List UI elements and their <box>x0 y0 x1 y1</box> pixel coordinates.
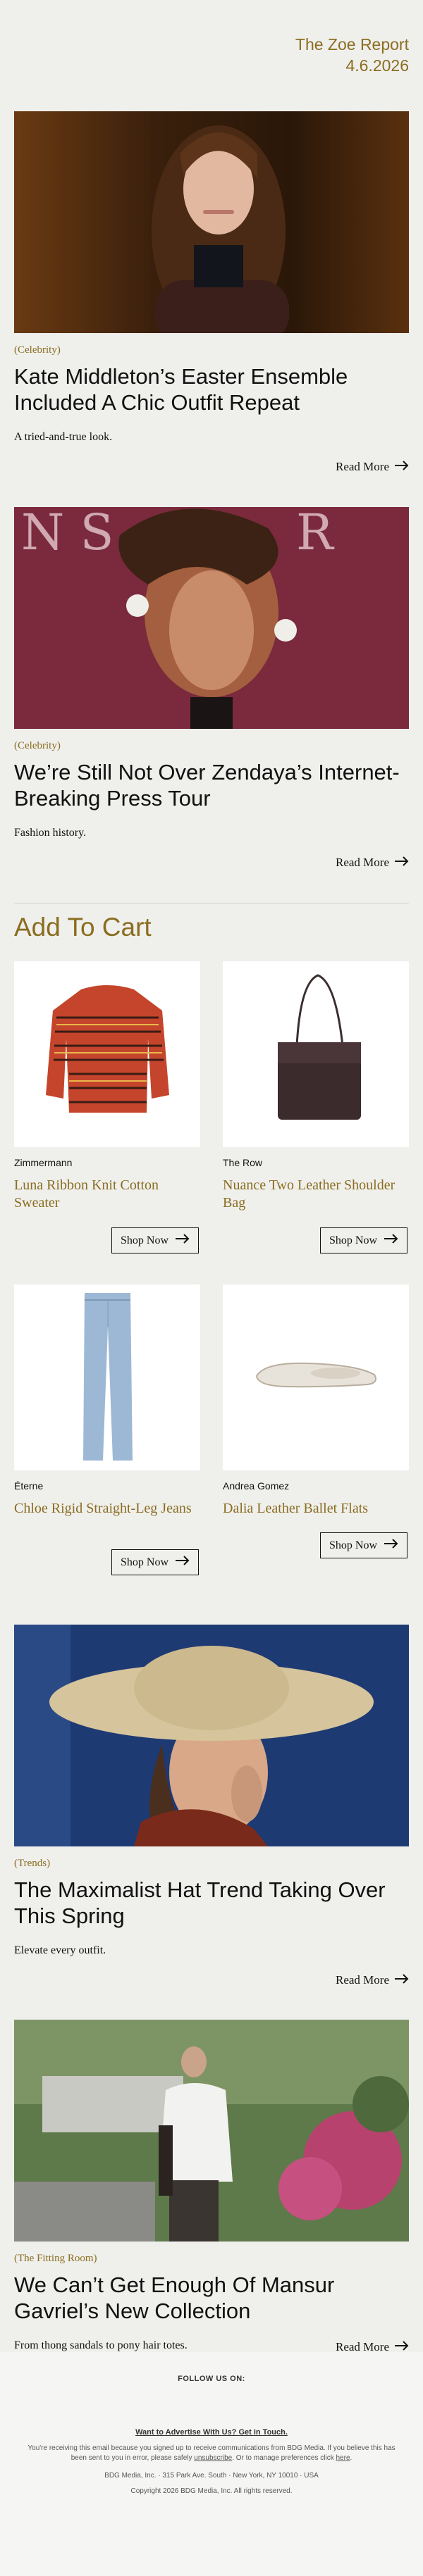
read-more-link[interactable]: Read More <box>336 856 409 870</box>
article-category[interactable]: (The Fitting Room) <box>14 2253 409 2265</box>
shop-now-label: Shop Now <box>121 1556 169 1568</box>
arrow-right-icon <box>395 856 409 870</box>
manage-preferences-link[interactable]: here <box>336 2454 350 2462</box>
product-brand: Zimmermann <box>14 1157 73 1168</box>
arrow-right-icon <box>395 1973 409 1987</box>
product-card: Éterne Chloe Rigid Straight-Leg Jeans Sh… <box>14 1284 200 1575</box>
article-image[interactable] <box>14 2020 409 2242</box>
read-more-label: Read More <box>335 1973 389 1987</box>
article-image[interactable]: N S R <box>14 507 409 729</box>
shop-now-button[interactable]: Shop Now <box>111 1549 200 1575</box>
read-more-link[interactable]: Read More <box>336 460 409 474</box>
article-card: (Trends) The Maximalist Hat Trend Taking… <box>14 1625 409 1987</box>
legal-end: . <box>350 2454 352 2462</box>
shop-now-button[interactable]: Shop Now <box>320 1532 408 1558</box>
article-dek: Elevate every outfit. <box>14 1944 106 1956</box>
article-category[interactable]: (Celebrity) <box>14 344 409 356</box>
shop-section-title: Add To Cart <box>14 913 152 942</box>
product-image[interactable] <box>14 961 200 1147</box>
read-more-link[interactable]: Read More <box>336 1973 409 1987</box>
legal-mid: . Or to manage preferences click <box>232 2454 336 2462</box>
article-dek: Fashion history. <box>14 827 87 839</box>
article-card: N S R (Celebrity) We’re Still Not Over Z… <box>14 507 409 869</box>
article-category[interactable]: (Trends) <box>14 1858 409 1870</box>
product-brand: Éterne <box>14 1480 44 1492</box>
brand-name[interactable]: The Zoe Report <box>295 34 409 55</box>
product-brand: The Row <box>223 1157 263 1168</box>
arrow-right-icon <box>384 1234 398 1247</box>
unsubscribe-link[interactable]: unsubscribe <box>194 2454 232 2462</box>
copyright: Copyright 2026 BDG Media, Inc. All right… <box>130 2487 293 2495</box>
product-image[interactable] <box>223 1284 409 1470</box>
shop-now-label: Shop Now <box>329 1539 378 1551</box>
svg-text:R: R <box>296 507 335 561</box>
product-brand: Andrea Gomez <box>223 1480 290 1492</box>
product-card: Andrea Gomez Dalia Leather Ballet Flats … <box>223 1284 409 1558</box>
read-more-label: Read More <box>335 460 389 473</box>
article-title[interactable]: We Can’t Get Enough Of Mansur Gavriel’s … <box>14 2272 409 2324</box>
article-card: (Celebrity) Kate Middleton’s Easter Ense… <box>14 111 409 473</box>
read-more-label: Read More <box>335 856 389 869</box>
article-image[interactable] <box>14 111 409 333</box>
shop-now-button[interactable]: Shop Now <box>320 1227 408 1253</box>
article-dek: A tried-and-true look. <box>14 431 113 443</box>
product-image[interactable] <box>14 1284 200 1470</box>
product-image[interactable] <box>223 961 409 1147</box>
product-name[interactable]: Dalia Leather Ballet Flats <box>223 1500 409 1518</box>
advertise-link[interactable]: Want to Advertise With Us? Get in Touch. <box>0 2428 423 2437</box>
article-card: (The Fitting Room) We Can’t Get Enough O… <box>14 2020 409 2353</box>
arrow-right-icon <box>395 460 409 474</box>
newsletter-page: The Zoe Report 4.6.2026 (Celebrity) Kate… <box>0 0 423 2576</box>
issue-date: 4.6.2026 <box>345 56 409 75</box>
shop-now-button[interactable]: Shop Now <box>111 1227 200 1253</box>
arrow-right-icon <box>176 1234 190 1247</box>
product-name[interactable]: Chloe Rigid Straight-Leg Jeans <box>14 1500 200 1518</box>
company-address: BDG Media, Inc. · 315 Park Ave. South · … <box>104 2472 319 2480</box>
shop-now-label: Shop Now <box>121 1234 169 1246</box>
article-category[interactable]: (Celebrity) <box>14 740 409 752</box>
product-card: Zimmermann Luna Ribbon Knit Cotton Sweat… <box>14 961 200 1253</box>
arrow-right-icon <box>176 1556 190 1569</box>
article-image[interactable] <box>14 1625 409 1846</box>
product-card: The Row Nuance Two Leather Shoulder Bag … <box>223 961 409 1253</box>
newsletter-header: The Zoe Report 4.6.2026 <box>295 34 409 76</box>
shop-now-label: Shop Now <box>329 1234 378 1246</box>
follow-us-label: FOLLOW US ON: <box>178 2375 245 2383</box>
legal-text: You're receiving this email because you … <box>21 2444 402 2463</box>
article-title[interactable]: The Maximalist Hat Trend Taking Over Thi… <box>14 1877 409 1929</box>
article-title[interactable]: We’re Still Not Over Zendaya’s Internet-… <box>14 759 409 811</box>
article-title[interactable]: Kate Middleton’s Easter Ensemble Include… <box>14 363 409 415</box>
svg-text:N S: N S <box>21 507 114 561</box>
newsletter-footer: FOLLOW US ON: Want to Advertise With Us?… <box>0 2352 423 2576</box>
product-name[interactable]: Luna Ribbon Knit Cotton Sweater <box>14 1177 200 1212</box>
section-divider <box>14 903 409 904</box>
product-name[interactable]: Nuance Two Leather Shoulder Bag <box>223 1177 409 1212</box>
arrow-right-icon <box>384 1539 398 1552</box>
